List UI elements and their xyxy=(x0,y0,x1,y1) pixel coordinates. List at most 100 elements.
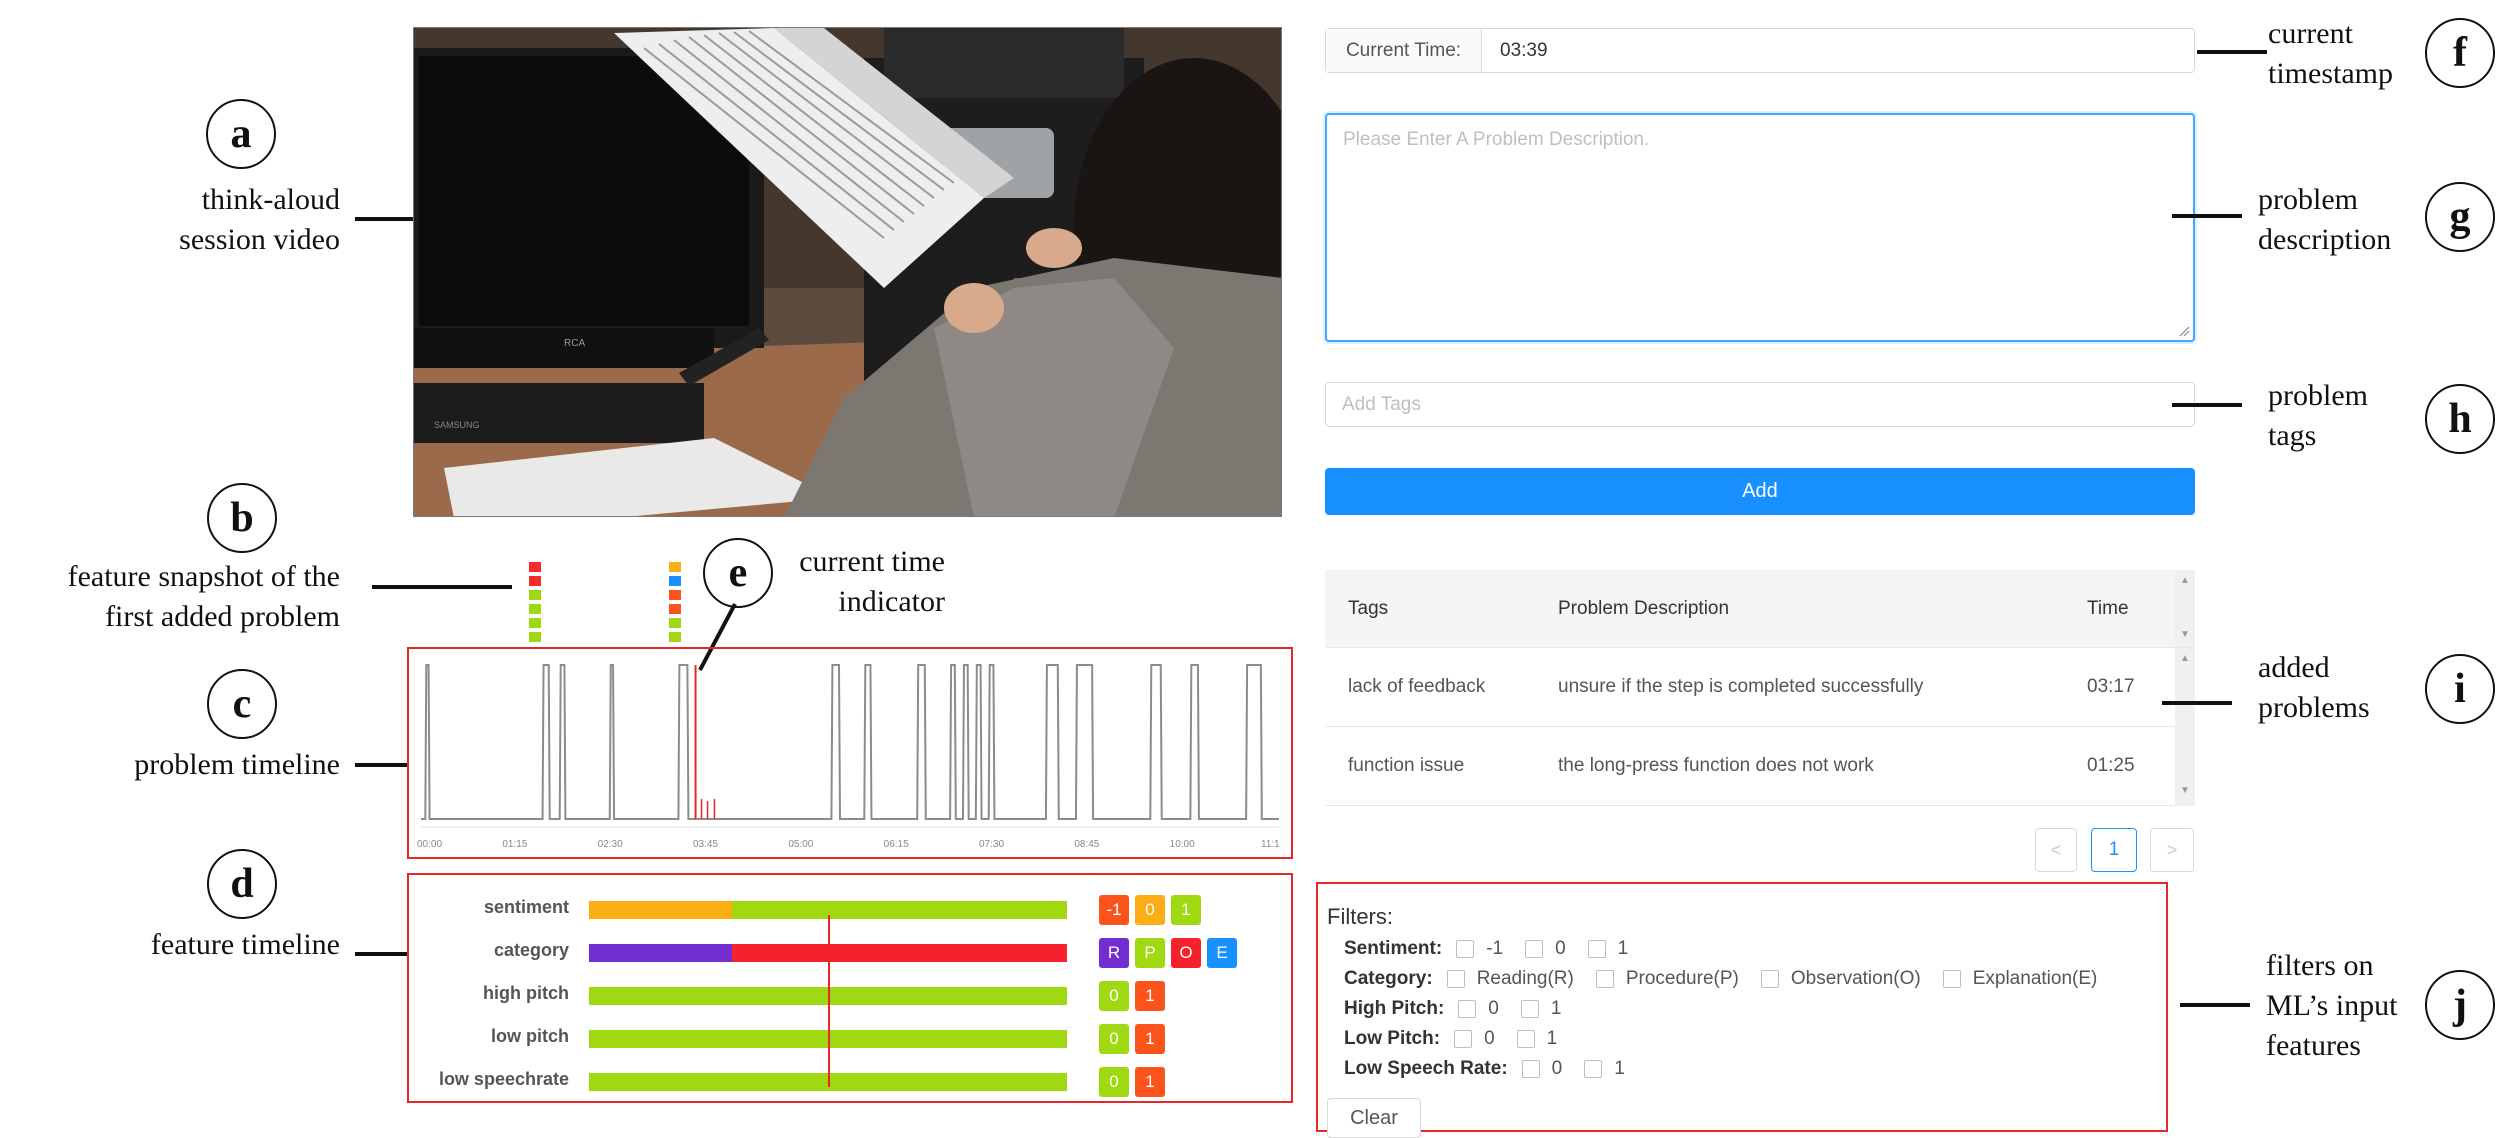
problem-tags-input[interactable]: Add Tags xyxy=(1325,382,2195,427)
feature-timeline[interactable]: sentiment -1 0 1 category R P O Ehigh pitch 0 1 low… xyxy=(407,873,1293,1103)
feature-legend-chip[interactable]: 1 xyxy=(1135,1024,1165,1054)
filter-checkbox[interactable] xyxy=(1458,1000,1477,1018)
table-cell-time: 03:17 xyxy=(2087,676,2135,697)
feature-time-indicator[interactable] xyxy=(828,915,830,1087)
header-tags[interactable]: Tags xyxy=(1348,598,1388,620)
add-button[interactable]: Add xyxy=(1325,468,2195,515)
annotation-i-line-2: problems xyxy=(2258,691,2370,724)
filter-option[interactable]: Observation(O) xyxy=(1760,968,1921,990)
body-scroll-down-icon[interactable]: ▼ xyxy=(2175,784,2195,798)
filter-checkbox[interactable] xyxy=(1454,1030,1473,1048)
header-time[interactable]: Time xyxy=(2087,598,2129,620)
filter-option-label: 0 xyxy=(1488,998,1499,1019)
pagination-next-button[interactable]: > xyxy=(2150,828,2194,872)
filter-option[interactable]: Procedure(P) xyxy=(1595,968,1739,990)
annotation-e-line-2: indicator xyxy=(838,585,945,618)
annotation-e-letter: e xyxy=(728,550,748,596)
current-time-label: Current Time: xyxy=(1326,29,1482,72)
annotation-i-text: added problems xyxy=(2258,648,2418,728)
header-scrollbar[interactable]: ▲ ▼ xyxy=(2175,570,2195,647)
filter-option[interactable]: 1 xyxy=(1584,1058,1625,1080)
feature-legend-chip[interactable]: 0 xyxy=(1135,895,1165,925)
session-video[interactable]: RCA SAMSUNG xyxy=(413,27,1282,517)
filter-checkbox[interactable] xyxy=(1521,1060,1540,1078)
filter-checkbox[interactable] xyxy=(1456,940,1475,958)
clear-button[interactable]: Clear xyxy=(1327,1098,1421,1138)
problem-description-placeholder: Please Enter A Problem Description. xyxy=(1343,129,1650,150)
annotation-b-line-2: first added problem xyxy=(105,600,340,633)
feature-snapshot-first[interactable] xyxy=(529,562,541,646)
body-scrollbar[interactable]: ▲ ▼ xyxy=(2175,648,2195,806)
header-description[interactable]: Problem Description xyxy=(1558,598,1729,620)
resize-handle-icon[interactable] xyxy=(2178,325,2190,337)
feature-legend-chip[interactable]: 1 xyxy=(1135,981,1165,1011)
feature-snapshot-second[interactable] xyxy=(669,562,681,646)
filter-checkbox[interactable] xyxy=(1446,970,1465,988)
snapshot-feature-square xyxy=(529,576,541,586)
filter-checkbox[interactable] xyxy=(1584,1060,1603,1078)
filter-option[interactable]: 1 xyxy=(1587,938,1628,960)
feature-legend-chip[interactable]: R xyxy=(1099,938,1129,968)
timeline-tick-label: 10:00 xyxy=(1170,839,1195,850)
dvd-brand-text: SAMSUNG xyxy=(434,420,480,430)
feature-segment[interactable] xyxy=(732,901,1067,919)
feature-legend-chip[interactable]: 1 xyxy=(1171,895,1201,925)
filter-option[interactable]: 1 xyxy=(1520,998,1561,1020)
feature-segment[interactable] xyxy=(589,901,733,919)
problem-timeline[interactable]: 00:00 01:15 02:30 03:45 05:00 06:15 07:30 08:45… xyxy=(407,647,1293,859)
filter-option[interactable]: 0 xyxy=(1458,998,1499,1020)
scroll-up-icon[interactable]: ▲ xyxy=(2175,574,2195,588)
feature-legend-chip[interactable]: P xyxy=(1135,938,1165,968)
snapshot-feature-square xyxy=(529,562,541,572)
annotation-b-letter: b xyxy=(230,495,254,541)
filter-option[interactable]: -1 xyxy=(1456,938,1503,960)
annotation-a-text: think-aloud session video xyxy=(100,180,340,260)
filter-option-label: Procedure(P) xyxy=(1625,968,1739,989)
pagination-page-1[interactable]: 1 xyxy=(2091,828,2137,872)
filter-checkbox[interactable] xyxy=(1520,1000,1539,1018)
filter-checkbox[interactable] xyxy=(1595,970,1614,988)
feature-legend-chip[interactable]: E xyxy=(1207,938,1237,968)
feature-legend-chip[interactable]: 0 xyxy=(1099,981,1129,1011)
annotation-d-line-1: feature timeline xyxy=(150,928,340,961)
feature-legend-chip[interactable]: 0 xyxy=(1099,1024,1129,1054)
feature-segment[interactable] xyxy=(732,944,1067,962)
filter-option-label: Reading(R) xyxy=(1476,968,1574,989)
current-time-field[interactable]: Current Time: 03:39 xyxy=(1325,28,2195,73)
filter-option[interactable]: 0 xyxy=(1454,1028,1495,1050)
table-row[interactable]: lack of feedback unsure if the step is co… xyxy=(1325,648,2195,727)
filter-checkbox[interactable] xyxy=(1942,970,1961,988)
filter-option-label: -1 xyxy=(1486,938,1504,959)
filter-option[interactable]: Reading(R) xyxy=(1446,968,1574,990)
filter-group: Sentiment: -1 0 1 xyxy=(1344,934,2119,964)
annotation-f-line-1: current xyxy=(2268,17,2353,50)
problem-description-input[interactable]: Please Enter A Problem Description. xyxy=(1325,113,2195,342)
feature-legend-chip[interactable]: -1 xyxy=(1099,895,1129,925)
snapshot-feature-square xyxy=(529,604,541,614)
filter-checkbox[interactable] xyxy=(1525,940,1544,958)
filter-checkbox[interactable] xyxy=(1516,1030,1535,1048)
feature-legend-chip[interactable]: O xyxy=(1171,938,1201,968)
filter-option[interactable]: Explanation(E) xyxy=(1942,968,2097,990)
filter-option-label: 1 xyxy=(1614,1058,1625,1079)
filter-checkbox[interactable] xyxy=(1587,940,1606,958)
problem-timeline-chart[interactable]: 00:00 01:15 02:30 03:45 05:00 06:15 07:30 08:45… xyxy=(409,649,1291,857)
feature-segment[interactable] xyxy=(589,944,733,962)
filter-option[interactable]: 0 xyxy=(1521,1058,1562,1080)
feature-legend-chip[interactable]: 1 xyxy=(1135,1067,1165,1097)
annotation-i-circle: i xyxy=(2425,654,2495,724)
filter-checkbox[interactable] xyxy=(1760,970,1779,988)
annotation-c-letter: c xyxy=(232,681,252,727)
annotation-j-line-3: features xyxy=(2266,1029,2361,1062)
filter-option-label: Observation(O) xyxy=(1790,968,1921,989)
filter-option[interactable]: 1 xyxy=(1516,1028,1557,1050)
pagination-prev-button[interactable]: < xyxy=(2035,828,2077,872)
feature-legend-chip[interactable]: 0 xyxy=(1099,1067,1129,1097)
scroll-down-icon[interactable]: ▼ xyxy=(2175,628,2195,642)
table-row[interactable]: function issue the long-press function do… xyxy=(1325,727,2195,806)
annotation-j-circle: j xyxy=(2425,970,2495,1040)
annotation-h-circle: h xyxy=(2425,384,2495,454)
timeline-tick-label: 03:45 xyxy=(693,839,718,850)
body-scroll-up-icon[interactable]: ▲ xyxy=(2175,652,2195,666)
filter-option[interactable]: 0 xyxy=(1525,938,1566,960)
